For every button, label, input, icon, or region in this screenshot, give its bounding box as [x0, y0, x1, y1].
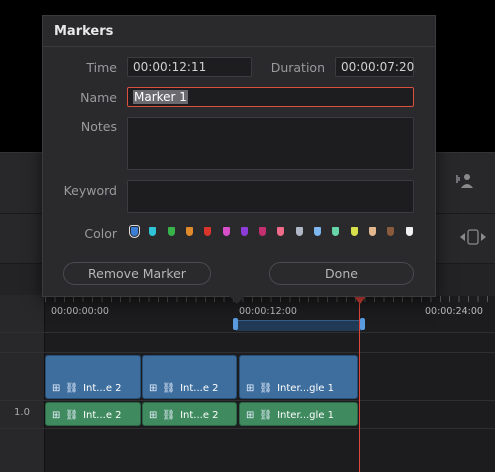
notes-label: Notes [80, 119, 117, 134]
video-clip-1[interactable]: ⊞ ⛓ Int...e 2 [45, 402, 141, 426]
clip-name: Inter...gle 1 [277, 383, 335, 394]
timecode-2: 00:00:24:00 [425, 306, 483, 317]
marker-start-handle[interactable] [233, 318, 238, 330]
time-field[interactable]: 00:00:12:11 [127, 57, 252, 77]
clip-icon: ⊞ [52, 410, 61, 421]
color-swatch[interactable] [277, 227, 285, 236]
color-swatch[interactable] [387, 227, 395, 236]
color-label: Color [84, 226, 117, 241]
marker-duration-bar[interactable] [236, 320, 362, 331]
track-number: 1.0 [14, 407, 30, 418]
name-label: Name [80, 90, 117, 105]
playhead-line[interactable] [359, 300, 360, 472]
link-icon: ⛓ [162, 410, 176, 421]
color-swatch[interactable] [368, 227, 376, 236]
clip-name: Int...e 2 [180, 410, 219, 421]
clip-icon: ⊞ [246, 410, 255, 421]
color-swatch[interactable] [204, 227, 212, 236]
clip-name: Int...e 2 [83, 383, 122, 394]
keyword-input[interactable] [127, 180, 414, 213]
video-clip-3[interactable]: ⊞ ⛓ Inter...gle 1 [239, 402, 358, 426]
name-input-value: Marker 1 [133, 90, 188, 104]
timecode-1: 00:00:12:00 [239, 306, 297, 317]
video-clip-2[interactable]: ⊞ ⛓ Int...e 2 [142, 402, 237, 426]
color-swatch[interactable] [129, 225, 140, 238]
name-input[interactable]: Marker 1 [127, 87, 414, 107]
color-swatch[interactable] [240, 227, 248, 236]
time-label: Time [86, 60, 117, 75]
done-button[interactable]: Done [269, 262, 414, 285]
speaker-icon[interactable] [455, 172, 477, 194]
audio-clip-3[interactable]: ⊞ ⛓ Inter...gle 1 [239, 355, 358, 399]
marker-end-handle[interactable] [360, 318, 365, 330]
link-icon: ⛓ [65, 410, 79, 421]
link-icon: ⛓ [65, 383, 79, 394]
timecode-0: 00:00:00:00 [51, 306, 109, 317]
color-swatch[interactable] [185, 227, 193, 236]
link-icon: ⛓ [259, 410, 273, 421]
clip-icon: ⊞ [149, 383, 158, 394]
color-swatch[interactable] [405, 227, 413, 236]
color-swatch[interactable] [350, 227, 358, 236]
audio-clip-1[interactable]: ⊞ ⛓ Int...e 2 [45, 355, 141, 399]
color-swatch[interactable] [167, 227, 175, 236]
keyword-label: Keyword [63, 183, 117, 198]
color-swatch[interactable] [314, 227, 321, 236]
duration-label: Duration [270, 60, 325, 75]
clip-icon: ⊞ [246, 383, 255, 394]
clip-icon: ⊞ [149, 410, 158, 421]
audio-clip-2[interactable]: ⊞ ⛓ Int...e 2 [142, 355, 237, 399]
clip-icon: ⊞ [52, 383, 61, 394]
remove-marker-button[interactable]: Remove Marker [63, 262, 211, 285]
clip-name: Inter...gle 1 [277, 410, 335, 421]
duration-field[interactable]: 00:00:07:20 [335, 57, 414, 77]
clip-name: Int...e 2 [180, 383, 219, 394]
notes-textarea[interactable] [127, 117, 414, 170]
markers-dialog: Markers Time 00:00:12:11 Duration 00:00:… [42, 15, 436, 304]
track-header-column [0, 295, 45, 472]
color-swatch[interactable] [332, 227, 340, 236]
color-swatch[interactable] [259, 227, 267, 236]
link-icon: ⛓ [162, 383, 176, 394]
dialog-title: Markers [54, 24, 114, 39]
color-swatch[interactable] [222, 227, 230, 236]
link-icon: ⛓ [259, 383, 273, 394]
clip-name: Int...e 2 [83, 410, 122, 421]
color-swatch[interactable] [295, 227, 303, 236]
color-swatch[interactable] [149, 227, 157, 236]
fit-zoom-icon[interactable] [458, 228, 488, 250]
